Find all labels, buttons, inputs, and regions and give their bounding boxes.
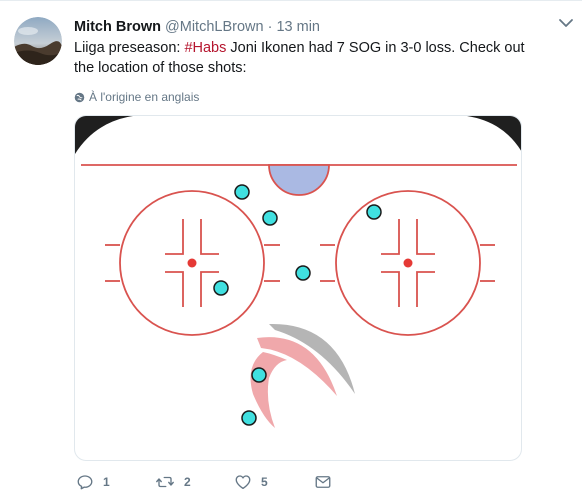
heart-icon xyxy=(235,475,251,490)
display-name[interactable]: Mitch Brown xyxy=(74,19,161,35)
retweet-icon xyxy=(156,476,174,488)
tweet-actions: 1 2 5 xyxy=(74,471,534,493)
translate-label: À l'origine en anglais xyxy=(89,90,200,104)
tweet-text: Liiga preseason: #Habs Joni Ikonen had 7… xyxy=(74,38,544,78)
like-count: 5 xyxy=(261,475,268,489)
globe-icon xyxy=(74,92,85,103)
avatar[interactable] xyxy=(14,17,62,65)
like-button[interactable]: 5 xyxy=(234,471,268,493)
tweet-card[interactable]: Mitch Brown @MitchLBrown · 13 min Liiga … xyxy=(0,0,582,500)
avatar-image xyxy=(14,17,62,65)
translation-note[interactable]: À l'origine en anglais xyxy=(74,88,199,106)
timestamp[interactable]: 13 min xyxy=(276,19,320,35)
tweet-text-part-1: Liiga preseason: xyxy=(74,40,185,56)
goal-crease xyxy=(268,164,330,196)
reply-button[interactable]: 1 xyxy=(76,471,110,493)
shot-marker xyxy=(234,184,250,200)
tweet-header: Mitch Brown @MitchLBrown · 13 min xyxy=(74,17,544,37)
shot-markers xyxy=(213,184,382,426)
shot-marker xyxy=(366,204,382,220)
retweet-button[interactable]: 2 xyxy=(155,471,191,493)
more-options-button[interactable] xyxy=(556,13,576,33)
shot-marker xyxy=(262,210,278,226)
shot-marker xyxy=(295,265,311,281)
rink-corner-left xyxy=(75,116,133,154)
shot-marker xyxy=(241,410,257,426)
tweet-media[interactable] xyxy=(74,115,522,461)
left-faceoff-dot xyxy=(187,258,197,268)
direct-message-button[interactable] xyxy=(314,471,332,493)
user-handle[interactable]: @MitchLBrown xyxy=(165,19,264,35)
envelope-icon xyxy=(315,476,331,488)
retweet-count: 2 xyxy=(184,475,191,489)
chevron-down-icon xyxy=(559,19,573,27)
shot-marker xyxy=(251,367,267,383)
right-faceoff-dot xyxy=(403,258,413,268)
rink-corner-right xyxy=(467,116,521,151)
reply-icon xyxy=(77,475,93,490)
shot-marker xyxy=(213,280,229,296)
hashtag-link[interactable]: #Habs xyxy=(184,40,226,56)
rink-diagram xyxy=(75,116,521,428)
reply-count: 1 xyxy=(103,475,110,489)
separator-dot: · xyxy=(267,19,273,35)
